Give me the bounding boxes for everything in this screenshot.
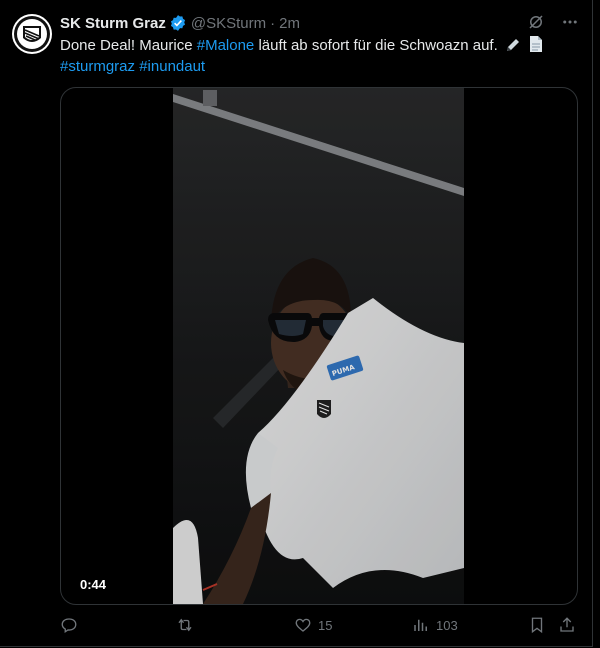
hashtag-inundaut[interactable]: #inundaut [139, 58, 205, 75]
grok-icon[interactable] [526, 12, 546, 32]
post-time[interactable]: 2m [279, 15, 300, 32]
bookmark-icon [531, 617, 543, 634]
pen-icon [505, 37, 521, 53]
avatar[interactable] [12, 14, 52, 54]
video-shade [173, 88, 464, 604]
author-name[interactable]: SK Sturm Graz [60, 15, 166, 32]
post-header: SK Sturm Graz @SKSturm · 2m [60, 12, 300, 34]
hashtag-sturmgraz[interactable]: #sturmgraz [60, 58, 135, 75]
post-text: Done Deal! Maurice #Malone läuft ab sofo… [60, 35, 580, 77]
post-text-part2: läuft ab sofort für die Schwoazn auf. [254, 37, 498, 54]
reply-icon [61, 618, 77, 634]
author-handle[interactable]: @SKSturm [191, 15, 266, 32]
club-crest-icon [14, 16, 50, 52]
retweet-icon [178, 618, 192, 632]
hashtag-malone[interactable]: #Malone [197, 37, 255, 54]
retweet-button[interactable] [176, 616, 200, 634]
reply-button[interactable] [60, 616, 84, 634]
share-icon [560, 617, 574, 632]
more-options-icon[interactable] [560, 12, 580, 32]
action-bar: 15 103 [60, 616, 580, 640]
video-player[interactable]: PUMA [173, 88, 464, 604]
verified-badge-icon [169, 14, 187, 32]
like-button[interactable]: 15 [294, 616, 332, 634]
separator-dot: · [270, 14, 276, 32]
views-icon [414, 619, 427, 631]
share-button[interactable] [558, 616, 576, 634]
views-button[interactable]: 103 [412, 616, 458, 634]
like-count: 15 [318, 617, 333, 633]
bookmark-button[interactable] [528, 616, 546, 634]
media-container[interactable]: PUMA 0:44 [60, 87, 578, 605]
post-top-icons [526, 12, 580, 32]
post-text-part1: Done Deal! Maurice [60, 37, 197, 54]
video-duration: 0:44 [73, 575, 114, 594]
heart-icon [295, 618, 311, 632]
views-count: 103 [436, 617, 458, 633]
page-icon [528, 35, 544, 53]
